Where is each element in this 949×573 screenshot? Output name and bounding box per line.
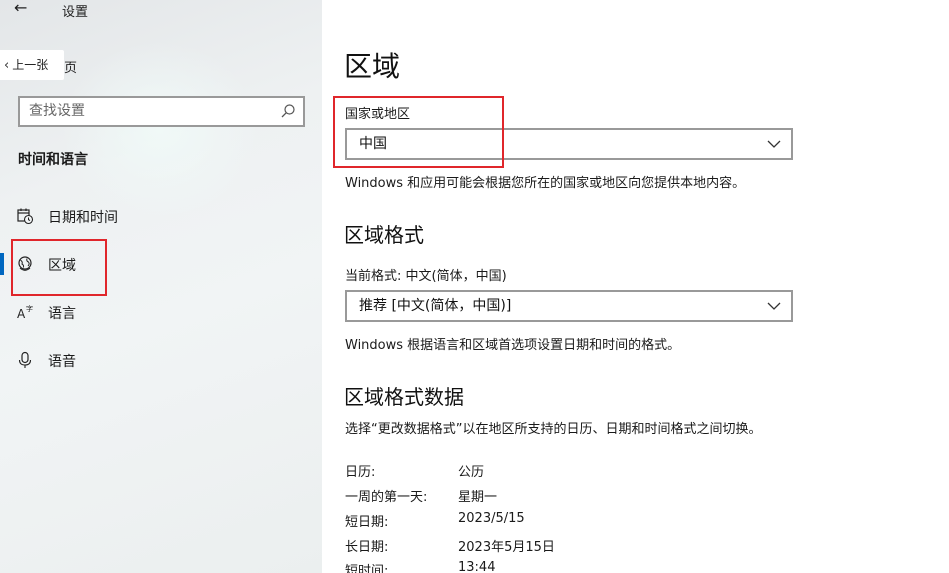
home-link-fragment[interactable]: 页 — [64, 57, 77, 76]
calendar-clock-icon — [17, 208, 34, 225]
app-title: 设置 — [62, 5, 89, 20]
format-data-value: 2023/5/15 — [458, 511, 525, 526]
search-placeholder: 查找设置 — [29, 103, 85, 119]
format-data-value: 13:44 — [458, 560, 496, 573]
sidebar: ← 设置 页 ‹ 上一张 查找设置 时间和语言 日期和时间 区域 A 字 语言 … — [0, 0, 322, 573]
previous-chip[interactable]: ‹ 上一张 — [0, 50, 64, 80]
format-data-key: 短时间: — [345, 564, 389, 573]
format-data-key: 长日期: — [345, 540, 389, 555]
search-icon — [281, 104, 295, 118]
sidebar-item-label: 语言 — [48, 306, 76, 322]
sidebar-item-label: 语音 — [48, 354, 76, 370]
selection-indicator — [0, 253, 4, 275]
region-format-data-heading: 区域格式数据 — [344, 385, 464, 409]
svg-text:字: 字 — [26, 304, 33, 313]
sidebar-item-label: 日期和时间 — [48, 210, 118, 226]
format-data-key: 一周的第一天: — [345, 490, 428, 505]
previous-chip-label: 上一张 — [12, 58, 49, 72]
sidebar-section-heading: 时间和语言 — [18, 152, 88, 168]
format-data-row: 短日期: 2023/5/15 — [345, 511, 645, 531]
main-content: 区域 国家或地区 中国 Windows 和应用可能会根据您所在的国家或地区向您提… — [322, 0, 949, 573]
current-format-label: 当前格式: 中文(简体，中国) — [345, 269, 507, 284]
country-description: Windows 和应用可能会根据您所在的国家或地区向您提供本地内容。 — [345, 176, 746, 191]
region-format-heading: 区域格式 — [344, 223, 424, 247]
chevron-down-icon — [767, 302, 781, 310]
highlight-box-region-nav — [11, 239, 107, 296]
search-input[interactable]: 查找设置 — [18, 96, 305, 127]
highlight-box-country — [333, 96, 504, 168]
page-title: 区域 — [344, 50, 401, 83]
chevron-left-icon: ‹ — [4, 58, 10, 73]
svg-text:A: A — [17, 307, 26, 321]
format-data-row: 短时间: 13:44 — [345, 560, 645, 573]
sidebar-item-language[interactable]: A 字 语言 — [0, 292, 322, 332]
sidebar-item-speech[interactable]: 语音 — [0, 340, 322, 380]
format-data-row: 一周的第一天: 星期一 — [345, 486, 645, 506]
sidebar-item-date-time[interactable]: 日期和时间 — [0, 196, 322, 236]
region-format-select[interactable]: 推荐 [中文(简体，中国)] — [345, 290, 793, 322]
format-data-row: 日历: 公历 — [345, 461, 645, 481]
format-data-key: 短日期: — [345, 515, 389, 530]
sidebar-background-glow — [60, 40, 260, 220]
region-format-description: Windows 根据语言和区域首选项设置日期和时间的格式。 — [345, 338, 681, 353]
back-button[interactable]: ← — [14, 0, 36, 18]
format-data-row: 长日期: 2023年5月15日 — [345, 536, 645, 556]
region-format-select-value: 推荐 [中文(简体，中国)] — [359, 298, 512, 314]
chevron-down-icon — [767, 140, 781, 148]
region-format-data-description: 选择“更改数据格式”以在地区所支持的日历、日期和时间格式之间切换。 — [345, 422, 762, 437]
format-data-value: 星期一 — [458, 490, 498, 505]
language-icon: A 字 — [17, 304, 33, 321]
format-data-value: 2023年5月15日 — [458, 540, 555, 555]
format-data-value: 公历 — [458, 465, 485, 480]
format-data-key: 日历: — [345, 465, 376, 480]
microphone-icon — [18, 351, 32, 368]
